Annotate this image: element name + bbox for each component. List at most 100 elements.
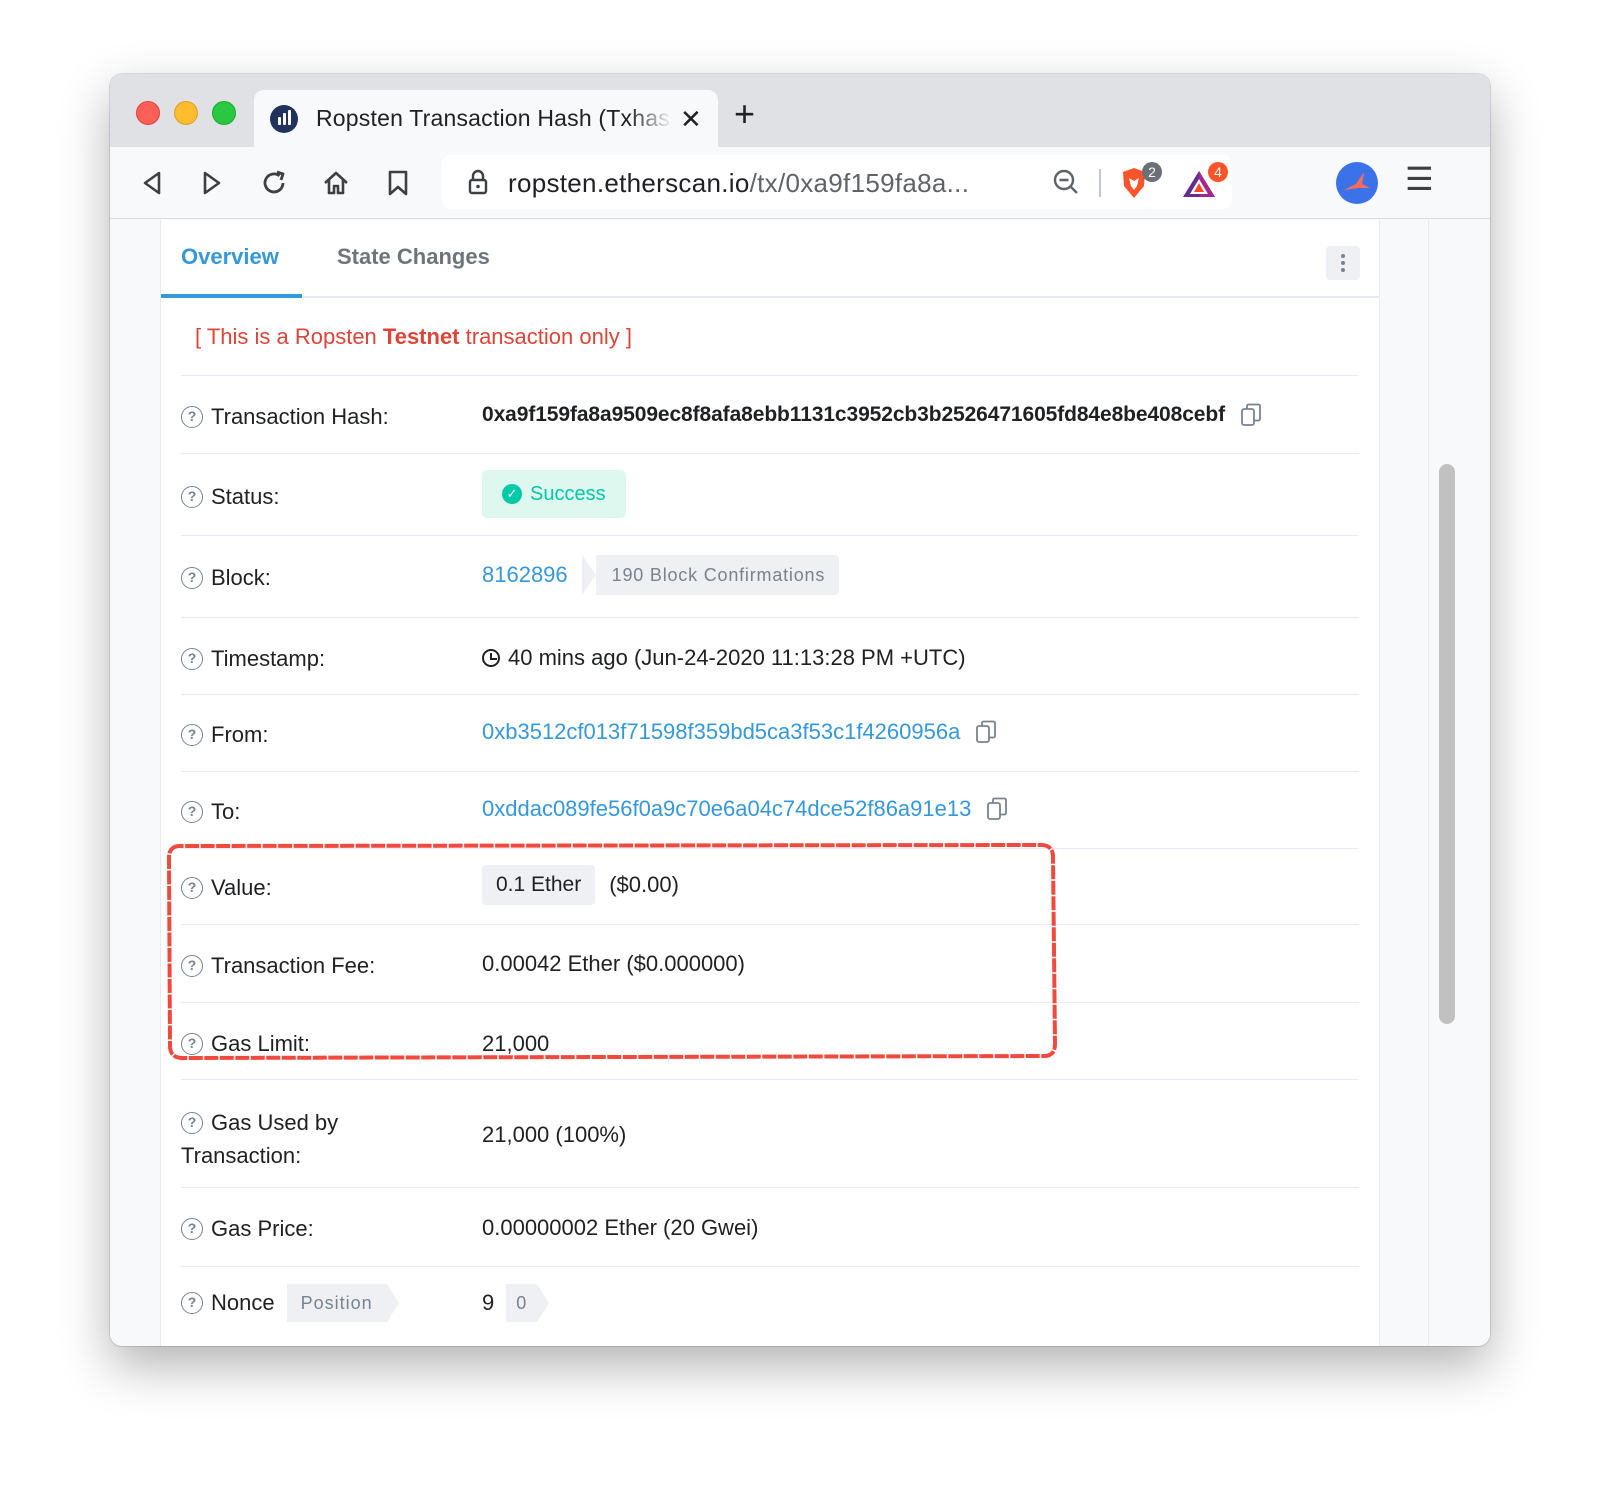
more-options-button[interactable] <box>1326 246 1360 280</box>
address-bar[interactable]: ropsten.etherscan.io/tx/0xa9f159fa8a... … <box>442 155 1232 209</box>
tab-state-changes[interactable]: State Changes <box>337 244 490 270</box>
value-value: 0.1 Ether ($0.00) <box>482 865 679 905</box>
from-address-link[interactable]: 0xb3512cf013f71598f359bd5ca3f53c1f426095… <box>482 719 960 745</box>
usd-amount: ($0.00) <box>609 872 679 897</box>
help-icon[interactable]: ? <box>181 648 203 670</box>
help-icon[interactable]: ? <box>181 955 203 977</box>
close-window-button[interactable] <box>136 101 160 125</box>
transaction-hash-text[interactable]: 0xa9f159fa8a9509ec8f8afa8ebb1131c3952cb3… <box>482 403 1225 427</box>
label-text: Gas Limit: <box>211 1031 311 1056</box>
scrollbar-thumb[interactable] <box>1439 464 1455 1024</box>
rewards-count-badge: 4 <box>1208 162 1228 182</box>
shields-count-badge: 2 <box>1142 162 1162 182</box>
label-text: Gas Used by <box>211 1110 339 1135</box>
label-block: ? Block: <box>181 565 271 591</box>
browser-toolbar: ropsten.etherscan.io/tx/0xa9f159fa8a... … <box>110 147 1490 219</box>
value-transaction-hash: 0xa9f159fa8a9509ec8f8afa8ebb1131c3952cb3… <box>482 402 1263 428</box>
transaction-card: Overview State Changes [ This is a Ropst… <box>160 220 1380 1346</box>
help-icon[interactable]: ? <box>181 1111 203 1134</box>
page-viewport: Overview State Changes [ This is a Ropst… <box>110 220 1490 1346</box>
position-value-badge: 0 <box>506 1284 550 1322</box>
help-icon[interactable]: ? <box>181 877 203 899</box>
reload-button[interactable] <box>256 165 292 201</box>
value-from: 0xb3512cf013f71598f359bd5ca3f53c1f426095… <box>482 719 998 745</box>
zoom-out-icon[interactable] <box>1052 168 1080 196</box>
url-path: /tx/0xa9f159fa8a... <box>749 168 970 198</box>
value-block: 8162896 190 Block Confirmations <box>482 555 840 595</box>
etherscan-favicon-icon <box>270 104 298 133</box>
minimize-window-button[interactable] <box>174 101 198 125</box>
help-icon[interactable]: ? <box>181 406 203 428</box>
reload-icon <box>263 170 285 194</box>
label-text: Timestamp: <box>211 646 326 671</box>
label-timestamp: ? Timestamp: <box>181 646 325 672</box>
tab-strip: Ropsten Transaction Hash (Txhash) Detail… <box>110 74 1490 147</box>
row-gas-limit: ? Gas Limit: 21,000 <box>181 1002 1359 1079</box>
row-from: ? From: 0xb3512cf013f71598f359bd5ca3f53c1… <box>181 694 1359 771</box>
row-gas-price: ? Gas Price: 0.00000002 Ether (20 Gwei) <box>181 1187 1359 1266</box>
help-icon[interactable]: ? <box>181 1033 203 1055</box>
to-address-link[interactable]: 0xddac089fe56f0a9c70e6a04c74dce52f86a91e… <box>482 796 971 822</box>
profile-avatar[interactable] <box>1336 162 1378 204</box>
notice-text-testnet: Testnet <box>382 324 460 349</box>
copy-icon[interactable] <box>1239 402 1263 428</box>
maximize-window-button[interactable] <box>212 101 236 125</box>
label-text: Gas Price: <box>211 1216 314 1241</box>
nonce-text: 9 <box>482 1290 495 1315</box>
tab-overview[interactable]: Overview <box>181 244 279 270</box>
active-tab-indicator <box>161 294 302 298</box>
copy-icon[interactable] <box>974 719 998 745</box>
row-gas-used: ? Gas Used by Transaction: 21,000 (100%) <box>181 1079 1359 1187</box>
label-gas-limit: ? Gas Limit: <box>181 1031 310 1057</box>
help-icon[interactable]: ? <box>181 724 203 746</box>
bookmark-icon <box>388 170 408 196</box>
new-tab-button[interactable]: + <box>734 96 755 132</box>
back-button[interactable] <box>134 165 170 201</box>
help-icon[interactable]: ? <box>181 1292 203 1314</box>
value-nonce: 90 <box>482 1284 550 1322</box>
ether-amount-badge: 0.1 Ether <box>482 865 596 905</box>
lock-icon[interactable] <box>468 169 488 195</box>
url-host: ropsten.etherscan.io <box>508 168 750 198</box>
label-text-line2: Transaction: <box>181 1143 302 1168</box>
help-icon[interactable]: ? <box>181 486 203 508</box>
row-nonce: ? Nonce Position 90 <box>181 1266 1359 1346</box>
value-status: ✓ Success <box>482 470 626 518</box>
value-to: 0xddac089fe56f0a9c70e6a04c74dce52f86a91e… <box>482 796 1009 822</box>
timestamp-text: 40 mins ago (Jun-24-2020 11:13:28 PM +UT… <box>508 645 966 670</box>
help-icon[interactable]: ? <box>181 801 203 823</box>
back-icon <box>143 171 161 195</box>
home-button[interactable] <box>318 165 354 201</box>
url-text[interactable]: ropsten.etherscan.io/tx/0xa9f159fa8a... <box>508 168 969 199</box>
forward-button[interactable] <box>194 165 230 201</box>
forward-icon <box>203 171 221 195</box>
status-badge: ✓ Success <box>482 470 626 518</box>
omnibox-divider <box>1099 169 1101 197</box>
home-icon <box>324 171 348 195</box>
label-text: Nonce <box>211 1290 275 1315</box>
check-circle-icon: ✓ <box>502 484 522 504</box>
row-block: ? Block: 8162896 190 Block Confirmations <box>181 535 1359 617</box>
label-gas-price: ? Gas Price: <box>181 1216 314 1242</box>
bird-icon <box>1344 172 1370 190</box>
help-icon[interactable]: ? <box>181 567 203 589</box>
browser-menu-icon[interactable]: ☰ <box>1405 163 1434 195</box>
row-value: ? Value: 0.1 Ether ($0.00) <box>181 848 1359 924</box>
position-badge: Position <box>286 1284 399 1322</box>
label-nonce: ? Nonce Position <box>181 1284 399 1322</box>
block-confirmations-badge: 190 Block Confirmations <box>581 555 840 595</box>
card-tabs: Overview State Changes <box>161 220 1379 298</box>
label-text: From: <box>211 722 269 747</box>
browser-tab-active[interactable]: Ropsten Transaction Hash (Txhash) Detail… <box>254 90 718 147</box>
clock-icon <box>482 649 500 667</box>
row-to: ? To: 0xddac089fe56f0a9c70e6a04c74dce52f8… <box>181 771 1359 848</box>
tab-title: Ropsten Transaction Hash (Txhash) Detail… <box>316 105 672 131</box>
value-timestamp: 40 mins ago (Jun-24-2020 11:13:28 PM +UT… <box>482 645 966 671</box>
copy-icon[interactable] <box>985 796 1009 822</box>
help-icon[interactable]: ? <box>181 1218 203 1240</box>
browser-window: Ropsten Transaction Hash (Txhash) Detail… <box>110 74 1490 1346</box>
bookmark-button[interactable] <box>380 165 416 201</box>
tab-close-icon[interactable]: ✕ <box>680 106 702 132</box>
block-number-link[interactable]: 8162896 <box>482 562 568 588</box>
label-text: To: <box>211 799 241 824</box>
